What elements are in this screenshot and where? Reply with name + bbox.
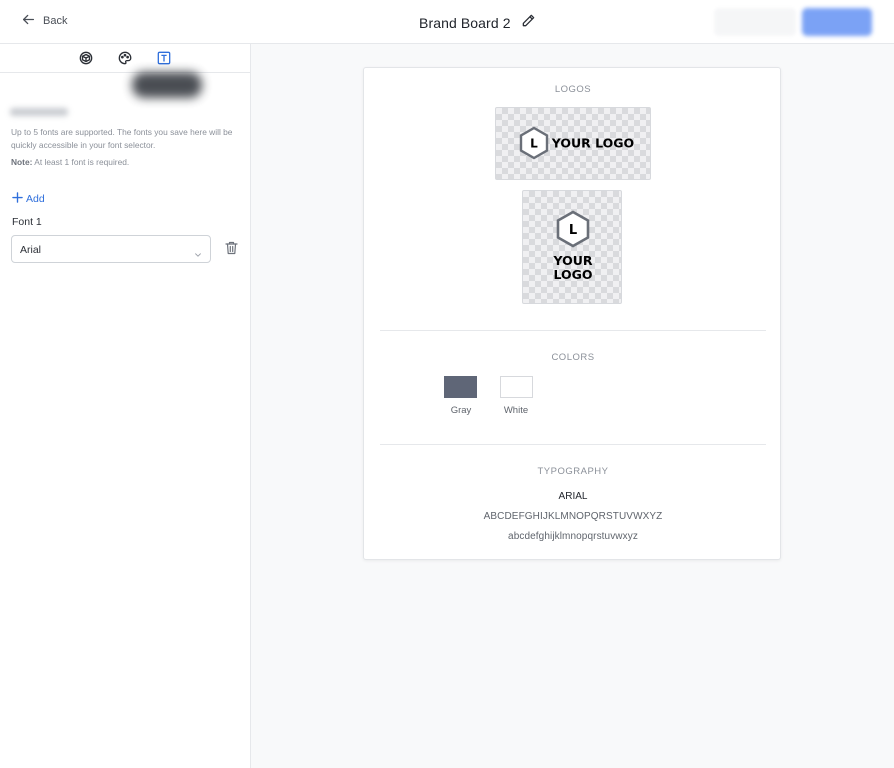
- logos-title: LOGOS: [554, 84, 592, 95]
- blurred-header: [8, 60, 250, 120]
- typography-lowercase: abcdefghijklmnopqrstuvwxyz: [508, 531, 638, 542]
- chevron-down-icon: [194, 246, 202, 264]
- typography-title: TYPOGRAPHY: [537, 466, 609, 477]
- secondary-button[interactable]: [714, 8, 796, 36]
- logo-v-mark: L: [569, 223, 577, 238]
- back-button[interactable]: Back: [22, 13, 67, 29]
- sidebar: Up to 5 fonts are supported. The fonts y…: [0, 44, 251, 768]
- brand-board: LOGOS L YOUR LOGO L YOUR LOGO COLORS Gra…: [363, 67, 781, 560]
- arrow-left-icon: [22, 13, 35, 29]
- swatch-gray[interactable]: [444, 376, 477, 398]
- blurred-chip: [132, 72, 202, 98]
- logo-horizontal[interactable]: L YOUR LOGO: [495, 107, 651, 180]
- logo-v-line1: YOUR: [552, 253, 592, 268]
- swatch-white[interactable]: [500, 376, 533, 398]
- note-label: Note:: [11, 157, 33, 167]
- add-label: Add: [26, 193, 45, 205]
- colors-title: COLORS: [551, 352, 595, 363]
- pencil-icon[interactable]: [521, 13, 536, 33]
- typography-uppercase: ABCDEFGHIJKLMNOPQRSTUVWXYZ: [483, 511, 663, 522]
- note-text: Note: At least 1 font is required.: [11, 157, 129, 167]
- swatch-gray-label: Gray: [450, 405, 472, 416]
- page-title: Brand Board 2: [419, 15, 511, 31]
- add-font-button[interactable]: Add: [12, 192, 45, 206]
- primary-button[interactable]: [802, 8, 872, 36]
- blurred-label: [10, 108, 68, 116]
- trash-icon: [225, 241, 238, 259]
- plus-icon: [12, 192, 23, 206]
- title-area: Brand Board 2: [419, 13, 536, 33]
- logo-h-text: YOUR LOGO: [551, 136, 634, 151]
- divider-logos: [380, 330, 766, 331]
- swatch-white-label: White: [503, 405, 529, 416]
- font-1-value: Arial: [20, 244, 42, 256]
- logo-mark: L: [530, 137, 538, 151]
- divider-colors: [380, 444, 766, 445]
- typography-font-name: ARIAL: [558, 491, 588, 502]
- logo-vertical-art: L YOUR LOGO: [552, 210, 593, 282]
- top-bar: Back Brand Board 2: [0, 0, 894, 44]
- logo-vertical[interactable]: L YOUR LOGO: [522, 190, 622, 304]
- back-label: Back: [43, 15, 68, 27]
- font-1-label: Font 1: [12, 216, 42, 228]
- note-body: At least 1 font is required.: [32, 157, 130, 167]
- font-1-select[interactable]: Arial: [11, 235, 211, 263]
- logo-v-line2: LOGO: [553, 267, 592, 282]
- help-text: Up to 5 fonts are supported. The fonts y…: [11, 127, 233, 150]
- delete-font-button[interactable]: [225, 241, 239, 255]
- logo-horizontal-art: L YOUR LOGO: [519, 126, 634, 160]
